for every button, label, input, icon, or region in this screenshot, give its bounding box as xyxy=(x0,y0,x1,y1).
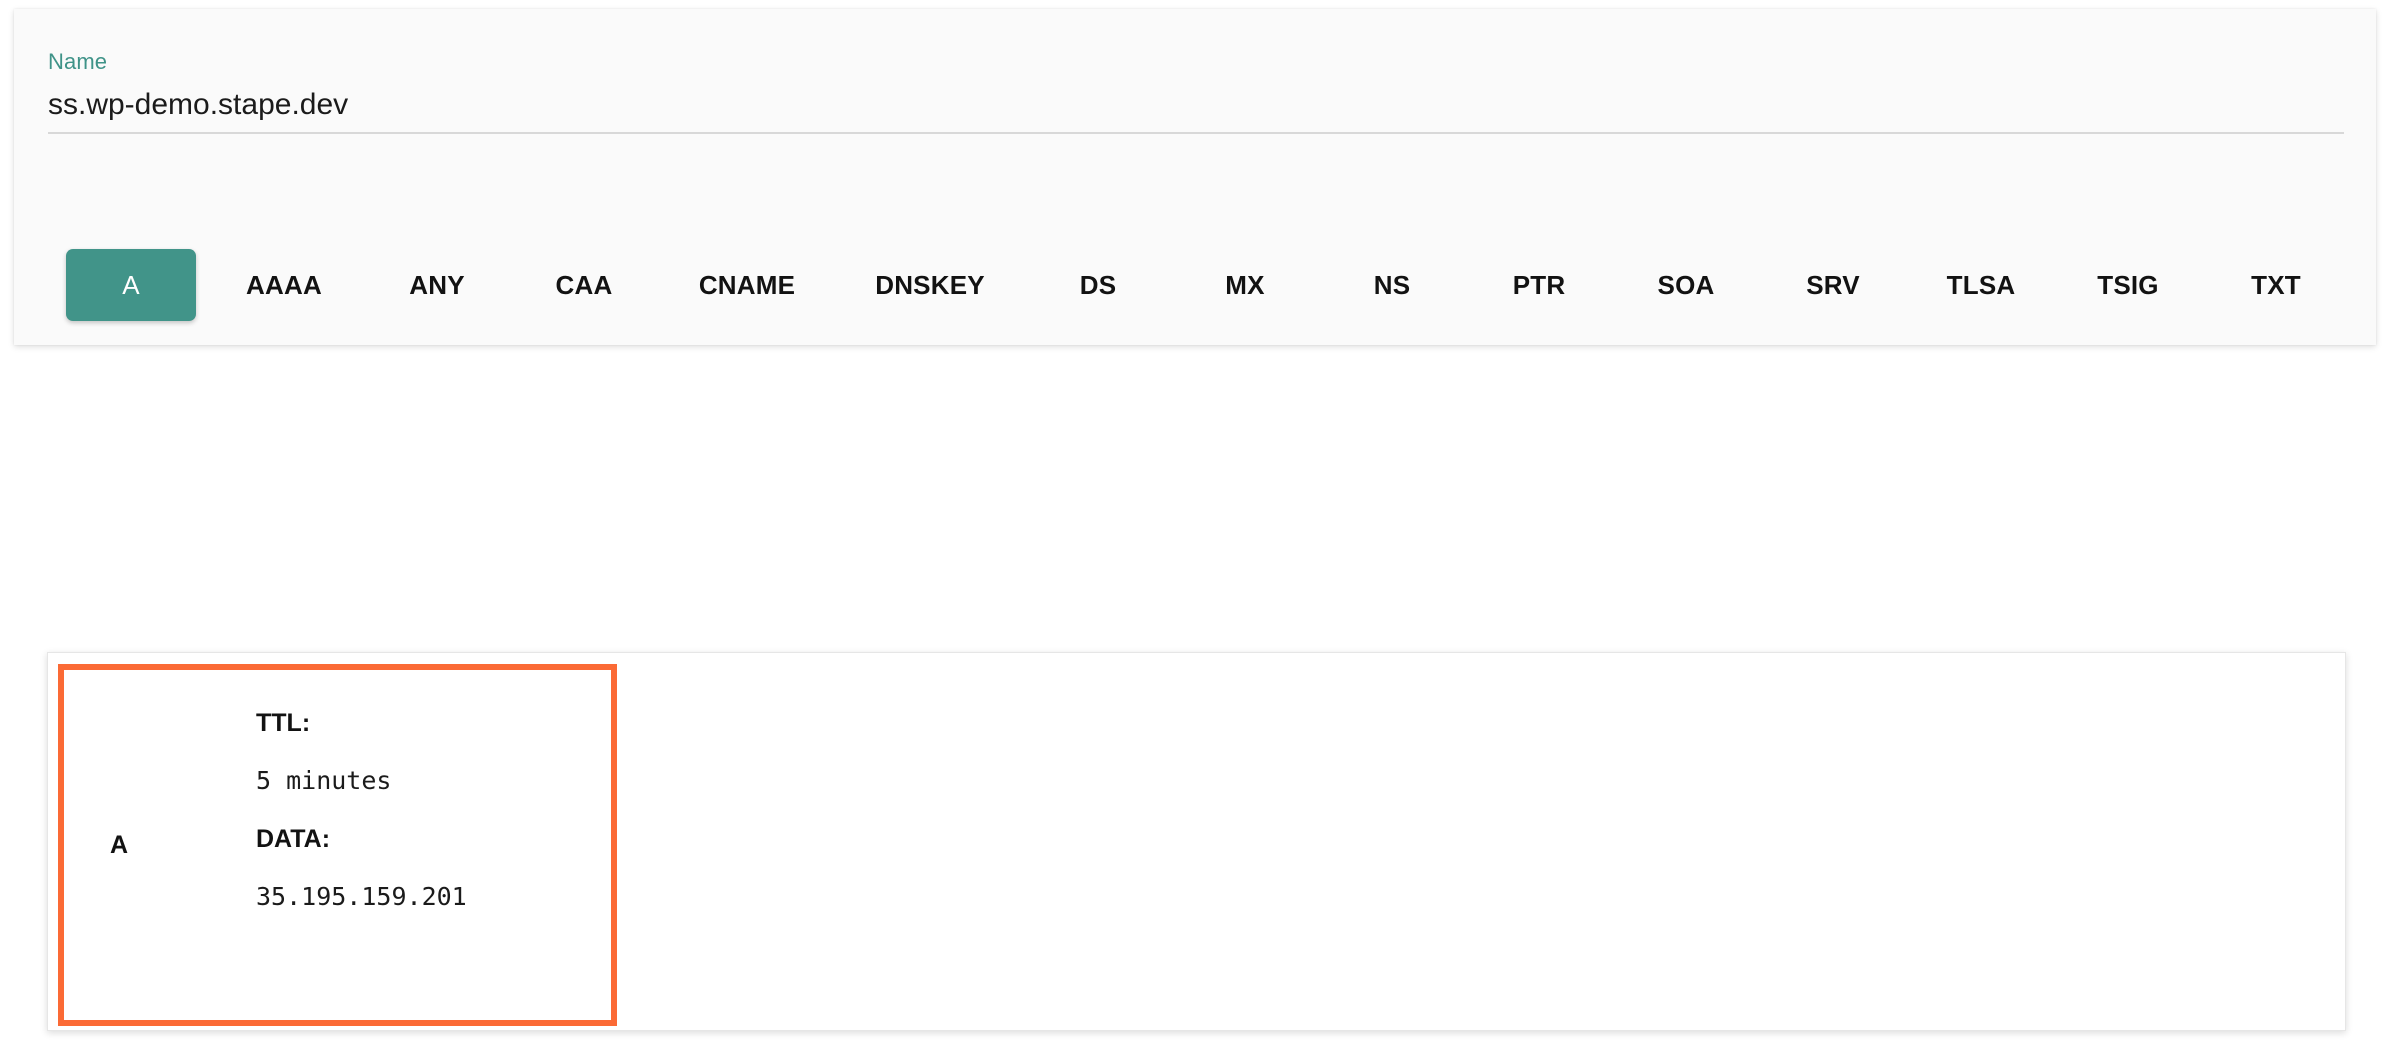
tab-ptr[interactable]: PTR xyxy=(1513,249,1566,321)
tab-srv-label: SRV xyxy=(1806,270,1860,300)
record-type-label: A xyxy=(110,830,129,859)
tab-cname[interactable]: CNAME xyxy=(699,249,795,321)
name-input[interactable]: ss.wp-demo.stape.dev xyxy=(48,85,2344,125)
tab-ns[interactable]: NS xyxy=(1374,249,1411,321)
name-input-underline xyxy=(48,132,2344,134)
tab-ns-label: NS xyxy=(1373,270,1411,300)
tab-aaaa[interactable]: AAAA xyxy=(246,249,322,321)
tab-dnskey[interactable]: DNSKEY xyxy=(875,249,985,321)
tab-caa[interactable]: CAA xyxy=(556,249,613,321)
name-field-label: Name xyxy=(48,49,108,74)
name-field-group: Name ss.wp-demo.stape.dev xyxy=(48,49,2344,134)
tab-soa-label: SOA xyxy=(1657,270,1715,300)
tab-mx[interactable]: MX xyxy=(1225,249,1264,321)
tab-tlsa-label: TLSA xyxy=(1946,270,2016,300)
tab-tsig-label: TSIG xyxy=(2097,270,2159,300)
record-details: TTL: 5 minutes DATA: 35.195.159.201 xyxy=(256,708,586,912)
dns-query-panel: Name ss.wp-demo.stape.dev A AAAA ANY CAA… xyxy=(14,9,2376,345)
tab-txt-label: TXT xyxy=(2251,270,2301,300)
tab-aaaa-label: AAAA xyxy=(246,270,322,300)
tab-caa-label: CAA xyxy=(555,270,613,300)
tab-dnskey-label: DNSKEY xyxy=(875,270,985,300)
tab-soa[interactable]: SOA xyxy=(1658,249,1715,321)
tab-a-label: A xyxy=(122,270,140,300)
tab-cname-label: CNAME xyxy=(698,270,796,300)
tab-tlsa[interactable]: TLSA xyxy=(1947,249,2016,321)
tab-tsig[interactable]: TSIG xyxy=(2097,249,2158,321)
dns-results-card: A TTL: 5 minutes DATA: 35.195.159.201 xyxy=(47,652,2346,1031)
record-type-tab-list: A AAAA ANY CAA CNAME DNSKEY DS MX NS PTR… xyxy=(14,240,2376,330)
record-data-value: 35.195.159.201 xyxy=(256,882,467,911)
record-ttl-label: TTL: xyxy=(256,709,311,737)
tab-txt[interactable]: TXT xyxy=(2251,249,2301,321)
tab-ptr-label: PTR xyxy=(1512,270,1566,300)
record-ttl-value: 5 minutes xyxy=(256,766,392,795)
tab-any-label: ANY xyxy=(409,270,465,300)
tab-mx-label: MX xyxy=(1225,270,1265,300)
tab-srv[interactable]: SRV xyxy=(1806,249,1860,321)
tab-ds[interactable]: DS xyxy=(1080,249,1117,321)
record-data-label: DATA: xyxy=(256,825,331,853)
tab-a[interactable]: A xyxy=(66,249,196,321)
tab-ds-label: DS xyxy=(1079,270,1117,300)
table-row[interactable]: A TTL: 5 minutes DATA: 35.195.159.201 xyxy=(58,664,617,1026)
tab-any[interactable]: ANY xyxy=(409,249,465,321)
